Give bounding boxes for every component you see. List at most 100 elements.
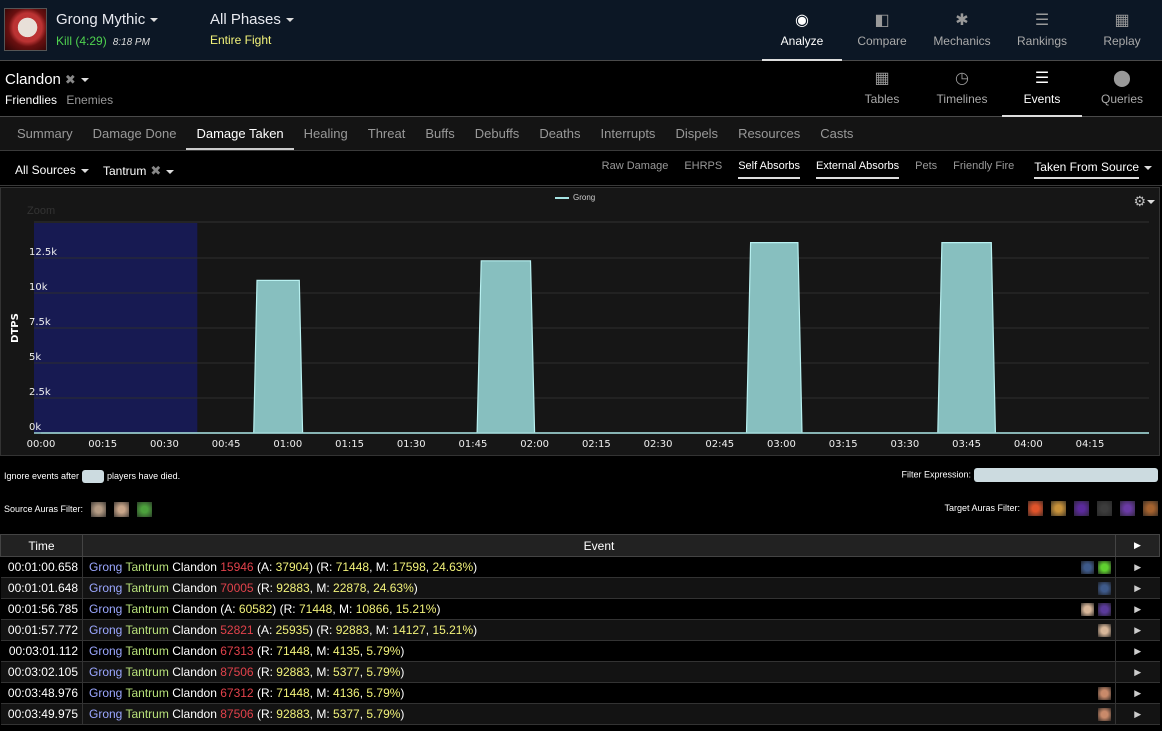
event-ability[interactable]: Tantrum	[125, 602, 168, 616]
expand-row-icon[interactable]: ▶	[1115, 640, 1160, 662]
friendlies-tab[interactable]: Friendlies	[5, 93, 57, 107]
col-event[interactable]: Event	[82, 534, 1116, 557]
aura-icon[interactable]	[1098, 603, 1111, 617]
deaths-count-input[interactable]	[82, 470, 105, 483]
option-pets[interactable]: Pets	[915, 160, 937, 179]
option-raw-damage[interactable]: Raw Damage	[602, 160, 669, 179]
table-row[interactable]: 00:01:00.658 Grong Tantrum Clandon 15946 …	[0, 556, 1160, 578]
event-source[interactable]: Grong	[89, 623, 122, 637]
event-source[interactable]: Grong	[89, 602, 122, 616]
table-row[interactable]: 00:03:48.976 Grong Tantrum Clandon 67312 …	[0, 682, 1160, 704]
taken-from-selector[interactable]: Taken From Source	[1034, 160, 1139, 179]
tab-healing[interactable]: Healing	[294, 117, 358, 150]
event-target[interactable]: Clandon	[172, 665, 217, 679]
view-queries[interactable]: ⬤ Queries	[1082, 62, 1162, 117]
target-aura-icon[interactable]	[1120, 501, 1135, 516]
clear-icon[interactable]: ✖	[65, 72, 76, 87]
event-target[interactable]: Clandon	[172, 686, 217, 700]
expand-row-icon[interactable]: ▶	[1115, 703, 1160, 725]
expand-row-icon[interactable]: ▶	[1115, 661, 1160, 683]
expand-row-icon[interactable]: ▶	[1115, 682, 1160, 704]
tab-buffs[interactable]: Buffs	[415, 117, 464, 150]
tab-threat[interactable]: Threat	[358, 117, 416, 150]
event-ability[interactable]: Tantrum	[125, 707, 168, 721]
table-row[interactable]: 00:01:01.648 Grong Tantrum Clandon 70005 …	[0, 577, 1160, 599]
source-filter[interactable]: All Sources	[15, 163, 89, 177]
view-timelines[interactable]: ◷ Timelines	[922, 62, 1002, 117]
event-target[interactable]: Clandon	[172, 560, 217, 574]
target-aura-icon[interactable]	[1028, 501, 1043, 516]
table-row[interactable]: 00:01:57.772 Grong Tantrum Clandon 52821 …	[0, 619, 1160, 641]
tab-casts[interactable]: Casts	[810, 117, 863, 150]
option-self-absorbs[interactable]: Self Absorbs	[738, 160, 800, 179]
expand-row-icon[interactable]: ▶	[1115, 577, 1160, 599]
event-source[interactable]: Grong	[89, 686, 122, 700]
table-row[interactable]: 00:03:01.112 Grong Tantrum Clandon 67313 …	[0, 640, 1160, 662]
enemies-tab[interactable]: Enemies	[66, 93, 113, 107]
tab-summary[interactable]: Summary	[7, 117, 83, 150]
chart-legend[interactable]: Grong	[555, 193, 595, 202]
clear-icon[interactable]: ✖	[150, 163, 161, 178]
event-ability[interactable]: Tantrum	[125, 623, 168, 637]
nav-analyze[interactable]: ◉ Analyze	[762, 0, 842, 61]
target-aura-icon[interactable]	[1097, 501, 1112, 516]
ability-filter[interactable]: Tantrum ✖	[103, 163, 175, 179]
tab-damage-done[interactable]: Damage Done	[83, 117, 187, 150]
table-row[interactable]: 00:03:49.975 Grong Tantrum Clandon 87506 …	[0, 703, 1160, 725]
expand-all[interactable]: ▶	[1115, 534, 1160, 557]
tab-debuffs[interactable]: Debuffs	[465, 117, 530, 150]
aura-icon[interactable]	[1098, 687, 1111, 701]
event-source[interactable]: Grong	[89, 665, 122, 679]
table-row[interactable]: 00:01:56.785 Grong Tantrum Clandon (A: 60…	[0, 598, 1160, 620]
expand-row-icon[interactable]: ▶	[1115, 556, 1160, 578]
event-source[interactable]: Grong	[89, 644, 122, 658]
view-tables[interactable]: ▦ Tables	[842, 62, 922, 117]
aura-icon[interactable]	[1098, 624, 1111, 638]
event-target[interactable]: Clandon	[172, 623, 217, 637]
tab-dispels[interactable]: Dispels	[665, 117, 728, 150]
event-ability[interactable]: Tantrum	[125, 560, 168, 574]
chart-settings[interactable]: ⚙	[1133, 193, 1155, 210]
actor-selector[interactable]: Clandon ✖	[5, 71, 89, 88]
nav-mechanics[interactable]: ✱ Mechanics	[922, 0, 1002, 61]
event-source[interactable]: Grong	[89, 707, 122, 721]
aura-icon[interactable]	[1081, 561, 1094, 575]
dtps-chart[interactable]: 0k 2.5k 5k 7.5k 10k 12.5k 00:00 00:15 00:30 00:45…	[0, 187, 1160, 456]
fight-selector[interactable]: Grong Mythic	[56, 11, 159, 28]
event-ability[interactable]: Tantrum	[125, 665, 168, 679]
table-row[interactable]: 00:03:02.105 Grong Tantrum Clandon 87506 …	[0, 661, 1160, 683]
phase-selector[interactable]: All Phases	[210, 11, 294, 28]
nav-compare[interactable]: ◧ Compare	[842, 0, 922, 61]
event-ability[interactable]: Tantrum	[125, 686, 168, 700]
aura-icon[interactable]	[1081, 603, 1094, 617]
source-aura-icon[interactable]	[137, 502, 153, 517]
event-target[interactable]: Clandon	[172, 581, 217, 595]
target-aura-icon[interactable]	[1074, 501, 1089, 516]
expand-row-icon[interactable]: ▶	[1115, 619, 1160, 641]
source-aura-icon[interactable]	[114, 502, 130, 517]
event-ability[interactable]: Tantrum	[125, 644, 168, 658]
event-source[interactable]: Grong	[89, 581, 122, 595]
target-aura-icon[interactable]	[1143, 501, 1158, 516]
event-target[interactable]: Clandon	[172, 707, 217, 721]
tab-damage-taken[interactable]: Damage Taken	[186, 117, 294, 150]
tab-resources[interactable]: Resources	[728, 117, 810, 150]
view-events[interactable]: ☰ Events	[1002, 62, 1082, 117]
col-time[interactable]: Time	[0, 534, 83, 557]
event-ability[interactable]: Tantrum	[125, 581, 168, 595]
option-ehrps[interactable]: EHRPS	[684, 160, 722, 179]
source-aura-icon[interactable]	[91, 502, 107, 517]
aura-icon[interactable]	[1098, 561, 1111, 575]
filter-expression-input[interactable]	[974, 468, 1158, 482]
event-target[interactable]: Clandon	[172, 644, 217, 658]
option-friendly-fire[interactable]: Friendly Fire	[953, 160, 1014, 179]
aura-icon[interactable]	[1098, 708, 1111, 722]
chart-svg[interactable]: 0k 2.5k 5k 7.5k 10k 12.5k 00:00 00:15 00:30 00:45…	[1, 188, 1161, 457]
option-external-absorbs[interactable]: External Absorbs	[815, 160, 900, 179]
tab-interrupts[interactable]: Interrupts	[591, 117, 666, 150]
tab-deaths[interactable]: Deaths	[529, 117, 590, 150]
nav-replay[interactable]: ▦ Replay	[1082, 0, 1162, 61]
target-aura-icon[interactable]	[1051, 501, 1066, 516]
event-source[interactable]: Grong	[89, 560, 122, 574]
aura-icon[interactable]	[1098, 582, 1111, 596]
